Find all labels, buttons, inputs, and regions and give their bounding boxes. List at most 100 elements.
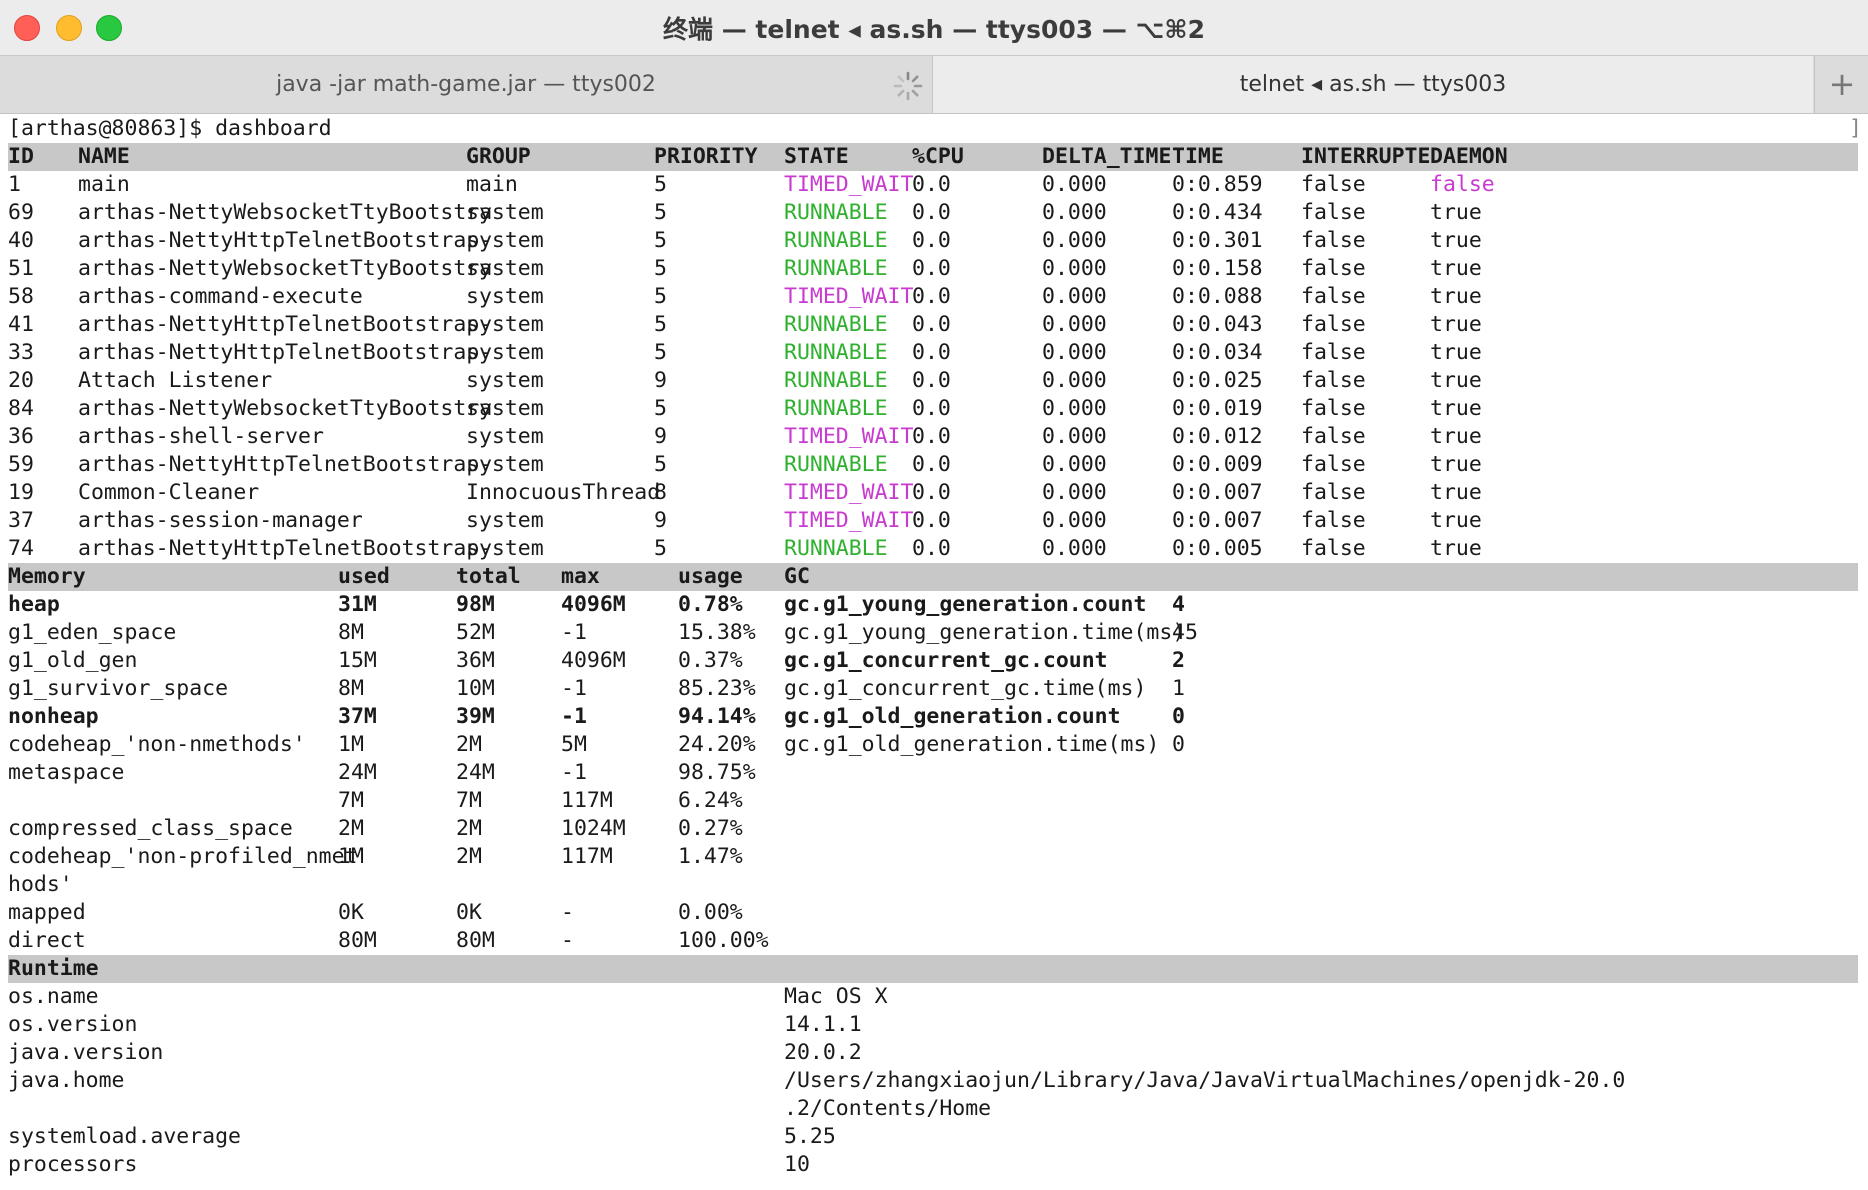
thread-interrupted-cell: false <box>1301 368 1366 393</box>
thread-time-cell: 0:0.088 <box>1172 284 1263 309</box>
thread-row: 19 Common-Cleaner InnocuousThread 8 TIMED_WA… <box>0 479 1868 507</box>
thread-state-cell: TIMED_WAIT <box>784 424 914 449</box>
memory-total-cell: 36M <box>456 648 495 673</box>
runtime-value-cell: 20.0.2 <box>784 1040 862 1065</box>
gc-value-cell: 1 <box>1172 676 1185 701</box>
memory-usage-cell: 6.24% <box>678 788 743 813</box>
thread-time-cell: 0:0.025 <box>1172 368 1263 393</box>
memory-max-cell: 117M <box>561 788 613 813</box>
runtime-value-cell: /Users/zhangxiaojun/Library/Java/JavaVir… <box>784 1068 1626 1093</box>
memory-header-memory: Memory <box>8 564 86 589</box>
memory-usage-cell: 98.75% <box>678 760 756 785</box>
runtime-row: java.version 20.0.2 <box>0 1039 1868 1067</box>
thread-id-cell: 69 <box>8 200 34 225</box>
memory-row: codeheap_'non-profiled_nmet 1M 2M 117M 1.47% <box>0 843 1868 871</box>
thread-priority-cell: 5 <box>654 452 667 477</box>
memory-row: g1_old_gen 15M 36M 4096M 0.37% gc.g1_concurre… <box>0 647 1868 675</box>
thread-interrupted-cell: false <box>1301 256 1366 281</box>
tab-label: java -jar math-game.jar — ttys002 <box>276 72 656 97</box>
thread-delta-time-cell: 0.000 <box>1042 340 1107 365</box>
memory-max-cell: -1 <box>561 704 587 729</box>
memory-usage-cell: 0.27% <box>678 816 743 841</box>
thread-header-interrupted: INTERRUPTE <box>1301 144 1431 169</box>
thread-priority-cell: 9 <box>654 368 667 393</box>
thread-interrupted-cell: false <box>1301 536 1366 561</box>
runtime-row: os.name Mac OS X <box>0 983 1868 1011</box>
thread-row: 41 arthas-NettyHttpTelnetBootstrap-system… <box>0 311 1868 339</box>
memory-total-cell: 7M <box>456 788 482 813</box>
thread-cpu-cell: 0.0 <box>912 312 951 337</box>
runtime-row: os.version 14.1.1 <box>0 1011 1868 1039</box>
thread-group-cell: system <box>466 368 544 393</box>
thread-priority-cell: 5 <box>654 312 667 337</box>
memory-max-cell: 5M <box>561 732 587 757</box>
thread-header-group: GROUP <box>466 144 531 169</box>
thread-priority-cell: 5 <box>654 200 667 225</box>
thread-id-cell: 74 <box>8 536 34 561</box>
memory-max-cell: 4096M <box>561 648 626 673</box>
thread-delta-time-cell: 0.000 <box>1042 172 1107 197</box>
thread-group-cell: system <box>466 340 544 365</box>
section-header-bar <box>8 563 1858 591</box>
tab-ttys002[interactable]: java -jar math-game.jar — ttys002 <box>0 56 933 113</box>
runtime-value-cell: Mac OS X <box>784 984 888 1009</box>
thread-row: 59 arthas-NettyHttpTelnetBootstrap-system… <box>0 451 1868 479</box>
memory-max-cell: - <box>561 928 574 953</box>
memory-usage-cell: 85.23% <box>678 676 756 701</box>
thread-row: 37 arthas-session-manager system 9 TIMED_WAI… <box>0 507 1868 535</box>
runtime-value-cell: 14.1.1 <box>784 1012 862 1037</box>
runtime-key-cell: systemload.average <box>8 1124 241 1149</box>
memory-memory-cell: codeheap_'non-nmethods' <box>8 732 306 757</box>
thread-row: 20 Attach Listener system 9 RUNNABLE 0.0 0.000… <box>0 367 1868 395</box>
thread-name-cell: Common-Cleaner <box>78 480 260 505</box>
memory-used-cell: 15M <box>338 648 377 673</box>
memory-usage-cell: 24.20% <box>678 732 756 757</box>
thread-time-cell: 0:0.043 <box>1172 312 1263 337</box>
thread-priority-cell: 5 <box>654 284 667 309</box>
thread-group-cell: system <box>466 508 544 533</box>
memory-row: nonheap 37M 39M -1 94.14% gc.g1_old_generatio… <box>0 703 1868 731</box>
thread-header-cpu: %CPU <box>912 144 964 169</box>
memory-max-cell: - <box>561 900 574 925</box>
thread-delta-time-cell: 0.000 <box>1042 480 1107 505</box>
new-tab-plus-icon[interactable]: + <box>1814 56 1868 113</box>
memory-row: compressed_class_space 2M 2M 1024M 0.27% <box>0 815 1868 843</box>
thread-cpu-cell: 0.0 <box>912 452 951 477</box>
thread-cpu-cell: 0.0 <box>912 340 951 365</box>
thread-group-cell: system <box>466 452 544 477</box>
memory-row: mapped 0K 0K - 0.00% <box>0 899 1868 927</box>
memory-row: g1_eden_space 8M 52M -1 15.38% gc.g1_young_ge… <box>0 619 1868 647</box>
memory-row: hods' <box>0 871 1868 899</box>
thread-group-cell: system <box>466 200 544 225</box>
thread-header-delta-time: DELTA_TIME <box>1042 144 1172 169</box>
thread-name-cell: arthas-session-manager <box>78 508 363 533</box>
memory-total-cell: 2M <box>456 844 482 869</box>
title-bar: 终端 — telnet ◂ as.sh — ttys003 — ⌥⌘2 <box>0 0 1868 55</box>
tab-label: telnet ◂ as.sh — ttys003 <box>1239 72 1507 97</box>
thread-name-cell: arthas-NettyHttpTelnetBootstrap- <box>78 228 493 253</box>
thread-time-cell: 0:0.034 <box>1172 340 1263 365</box>
thread-delta-time-cell: 0.000 <box>1042 396 1107 421</box>
gc-key-cell: gc.g1_young_generation.count <box>784 592 1147 617</box>
memory-total-cell: 80M <box>456 928 495 953</box>
memory-header-max: max <box>561 564 600 589</box>
memory-row: codeheap_'non-nmethods' 1M 2M 5M 24.20% gc.g1… <box>0 731 1868 759</box>
tab-ttys003[interactable]: telnet ◂ as.sh — ttys003 <box>933 56 1813 113</box>
thread-name-cell: arthas-NettyHttpTelnetBootstrap- <box>78 340 493 365</box>
thread-daemon-cell: true <box>1430 256 1482 281</box>
thread-delta-time-cell: 0.000 <box>1042 424 1107 449</box>
memory-max-cell: 1024M <box>561 816 626 841</box>
thread-cpu-cell: 0.0 <box>912 508 951 533</box>
memory-used-cell: 2M <box>338 816 364 841</box>
memory-usage-cell: 0.00% <box>678 900 743 925</box>
memory-memory-cell: heap <box>8 592 60 617</box>
memory-total-cell: 0K <box>456 900 482 925</box>
thread-interrupted-cell: false <box>1301 228 1366 253</box>
terminal-output[interactable]: [arthas@80863]$ dashboard ] ID NAME GROUP P… <box>0 113 1868 1190</box>
thread-cpu-cell: 0.0 <box>912 228 951 253</box>
memory-memory-cell: g1_eden_space <box>8 620 177 645</box>
gc-value-cell: 4 <box>1172 592 1185 617</box>
thread-time-cell: 0:0.009 <box>1172 452 1263 477</box>
thread-id-cell: 84 <box>8 396 34 421</box>
thread-daemon-cell: true <box>1430 228 1482 253</box>
